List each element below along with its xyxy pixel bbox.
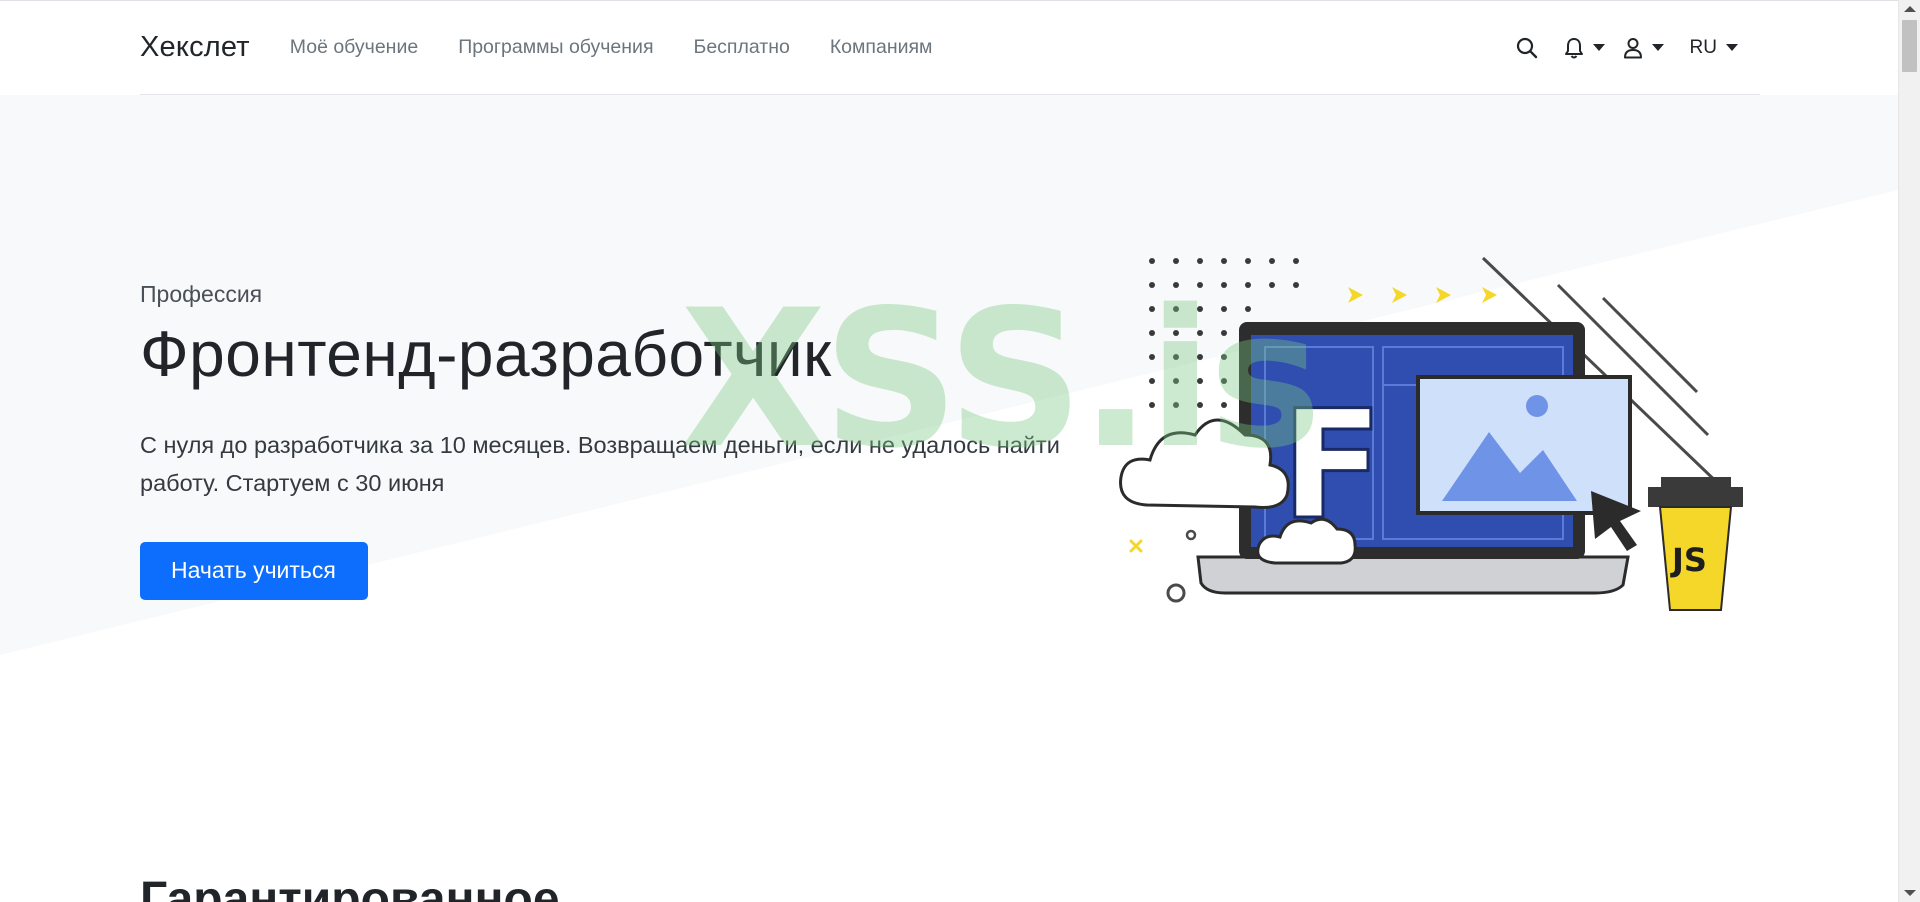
nav-link-my-learning[interactable]: Моё обучение (290, 36, 418, 59)
user-icon (1623, 37, 1642, 58)
hero-kicker: Профессия (140, 281, 263, 307)
language-label: RU (1689, 36, 1717, 58)
start-learning-button[interactable]: Начать учиться (140, 541, 368, 600)
cup-lid (1648, 487, 1743, 507)
bell-icon (1564, 37, 1583, 58)
page-title: Фронтенд-разработчик (140, 318, 832, 390)
laptop-base (1196, 555, 1630, 595)
chevron-down-icon (1726, 44, 1738, 51)
navbar-inner: Хекслет Моё обучение Программы обучения … (140, 1, 1760, 95)
js-badge: JS (1670, 541, 1707, 579)
x-mark-icon (1129, 539, 1143, 553)
chevron-arrows (1348, 287, 1497, 303)
section-heading: Гарантированное (140, 873, 560, 902)
hero-section: Профессия Фронтенд-разработчик С нуля до… (0, 95, 1898, 705)
notifications-dropdown[interactable] (1564, 37, 1605, 59)
scroll-up-arrow-icon[interactable] (1904, 6, 1916, 12)
nav-link-companies[interactable]: Компаниям (830, 36, 933, 59)
user-menu-dropdown[interactable] (1623, 37, 1664, 59)
navbar-actions: RU (1494, 1, 1760, 94)
brand-logo[interactable]: Хекслет (140, 31, 250, 64)
hero-description: С нуля до разработчика за 10 месяцев. Во… (140, 431, 1060, 496)
main-nav: Моё обучение Программы обучения Бесплатн… (290, 36, 973, 59)
hero-illustration: F JS (1119, 256, 1743, 611)
search-icon (1516, 37, 1537, 58)
language-dropdown[interactable]: RU (1690, 37, 1738, 59)
nav-link-free[interactable]: Бесплатно (694, 36, 790, 59)
hero-text-block: Профессия Фронтенд-разработчик С нуля до… (140, 281, 1070, 600)
scrollbar-thumb[interactable] (1902, 20, 1917, 72)
scroll-down-arrow-icon[interactable] (1904, 890, 1916, 896)
chevron-down-icon (1651, 44, 1664, 51)
top-navbar: Хекслет Моё обучение Программы обучения … (0, 0, 1898, 95)
search-button[interactable] (1516, 37, 1538, 59)
nav-link-programs[interactable]: Программы обучения (458, 36, 653, 59)
chevron-down-icon (1592, 44, 1605, 51)
page-scrollbar[interactable] (1898, 0, 1920, 902)
